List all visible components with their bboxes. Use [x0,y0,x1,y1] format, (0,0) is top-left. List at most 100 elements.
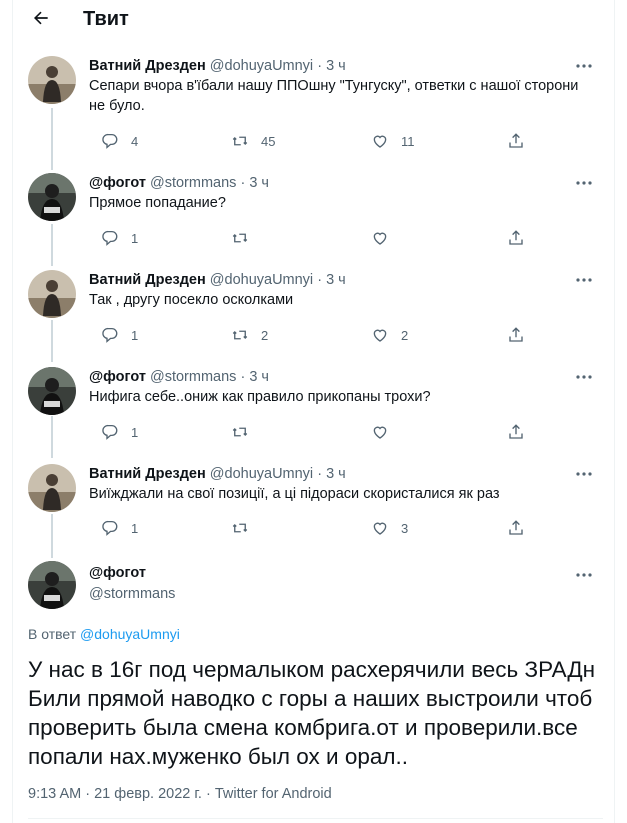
avatar-image [28,173,76,221]
tweet-time[interactable]: 3 ч [326,58,346,74]
author-handle[interactable]: @dohuyaUmnyi [210,272,313,288]
reply-context: В ответ @dohuyaUmnyi [28,626,180,642]
reply-count: 1 [131,520,139,536]
tweet-text: Виїжджали на свої позиції, а ці підораси… [89,486,500,502]
author-name[interactable]: @фогот [89,565,146,581]
like-button[interactable]: 3 [371,518,408,538]
thread-tweet[interactable]: @фогот @stormmans · 3 ч Нифига себе..они… [13,367,616,447]
tweet-meta: 9:13 AM · 21 февр. 2022 г. · Twitter for… [28,786,332,802]
reply-button[interactable]: 1 [101,325,138,345]
avatar[interactable] [28,56,76,104]
separator-dot: · [317,466,323,482]
author-name[interactable]: Ватний Дрезден [89,58,206,74]
more-button[interactable] [574,270,594,290]
avatar-image [28,367,76,415]
like-button[interactable] [371,228,401,248]
tweet-header: Ватний Дрезден @dohuyaUmnyi · 3 ч [89,270,346,290]
share-button[interactable] [507,131,525,151]
back-button[interactable] [28,5,54,31]
thread-tweet[interactable]: Ватний Дрезден @dohuyaUmnyi · 3 ч Сепари… [13,56,616,156]
tweet-text: Прямое попадание? [89,195,226,211]
tweet-time[interactable]: 3 ч [326,466,346,482]
retweet-icon [232,523,248,533]
avatar-image [28,464,76,512]
like-count: 2 [401,327,409,343]
author-name[interactable]: Ватний Дрезден [89,272,206,288]
reply-button[interactable]: 1 [101,422,138,442]
reply-button[interactable]: 4 [101,131,138,151]
avatar[interactable] [28,561,76,609]
heart-icon [373,135,387,148]
share-button[interactable] [507,325,525,345]
share-icon [509,424,523,439]
retweet-icon [232,427,248,437]
author-handle[interactable]: @stormmans [150,369,236,385]
author-name[interactable]: @фогот [89,369,146,385]
tweet-time[interactable]: 3 ч [249,369,269,385]
thread-tweet[interactable]: Ватний Дрезден @dohuyaUmnyi · 3 ч Виїждж… [13,464,616,544]
share-icon [509,520,523,535]
tweet-time[interactable]: 3 ч [249,175,269,191]
avatar[interactable] [28,270,76,318]
like-button[interactable]: 11 [371,131,415,151]
author-name[interactable]: @фогот [89,175,146,191]
reply-icon [102,424,118,440]
more-button[interactable] [574,173,594,193]
more-dots-icon [576,64,592,68]
retweet-button[interactable] [231,518,261,538]
more-dots-icon [576,573,592,577]
share-icon [509,230,523,245]
tweet-actions: 1 [89,422,529,442]
like-button[interactable] [371,422,401,442]
tweet-header: @фогот @stormmans · 3 ч [89,173,269,193]
separator-dot: · [240,369,246,385]
author-name[interactable]: Ватний Дрезден [89,466,206,482]
reply-button[interactable]: 1 [101,518,138,538]
retweet-icon [232,233,248,243]
main-tweet-text: У нас в 16г под чермалыком расхерячили в… [28,657,596,769]
author-handle[interactable]: @dohuyaUmnyi [210,466,313,482]
share-button[interactable] [507,518,525,538]
avatar[interactable] [28,464,76,512]
tweet-actions: 1 2 2 [89,325,529,345]
author-handle[interactable]: @stormmans [89,586,175,602]
arrow-left-icon [34,11,48,25]
retweet-button[interactable]: 2 [231,325,268,345]
avatar-image [28,56,76,104]
separator-dot: · [240,175,246,191]
share-button[interactable] [507,422,525,442]
tweet-time[interactable]: 3 ч [326,272,346,288]
reply-to-link[interactable]: @dohuyaUmnyi [80,626,180,642]
tweet-actions: 1 3 [89,518,529,538]
more-button[interactable] [574,464,594,484]
tweet-date[interactable]: 21 февр. 2022 г. [94,786,202,802]
thread-tweet[interactable]: Ватний Дрезден @dohuyaUmnyi · 3 ч Так , … [13,270,616,350]
tweet-actions: 4 45 11 [89,131,529,151]
reply-prefix: В ответ [28,626,77,642]
separator-dot: · [317,58,323,74]
share-icon [509,133,523,148]
page-header: Твит [13,0,616,38]
reply-button[interactable]: 1 [101,228,138,248]
retweet-button[interactable] [231,228,261,248]
like-button[interactable]: 2 [371,325,408,345]
heart-icon [373,522,387,535]
author-handle[interactable]: @dohuyaUmnyi [210,58,313,74]
author-handle[interactable]: @stormmans [150,175,236,191]
retweet-button[interactable] [231,422,261,442]
separator-dot: · [317,272,323,288]
avatar[interactable] [28,173,76,221]
heart-icon [373,232,387,245]
separator-dot: · [85,786,91,802]
thread-tweet[interactable]: @фогот @stormmans · 3 ч Прямое попадание… [13,173,616,253]
tweet-source[interactable]: Twitter for Android [215,786,332,802]
more-button[interactable] [574,565,594,585]
more-button[interactable] [574,56,594,76]
tweet-page: Твит Ватний Дрезден @dohuyaUmnyi · 3 ч С… [12,0,615,823]
more-button[interactable] [574,367,594,387]
tweet-time[interactable]: 9:13 AM [28,786,81,802]
retweet-button[interactable]: 45 [231,131,275,151]
avatar[interactable] [28,367,76,415]
avatar-image [28,561,76,609]
share-button[interactable] [507,228,525,248]
